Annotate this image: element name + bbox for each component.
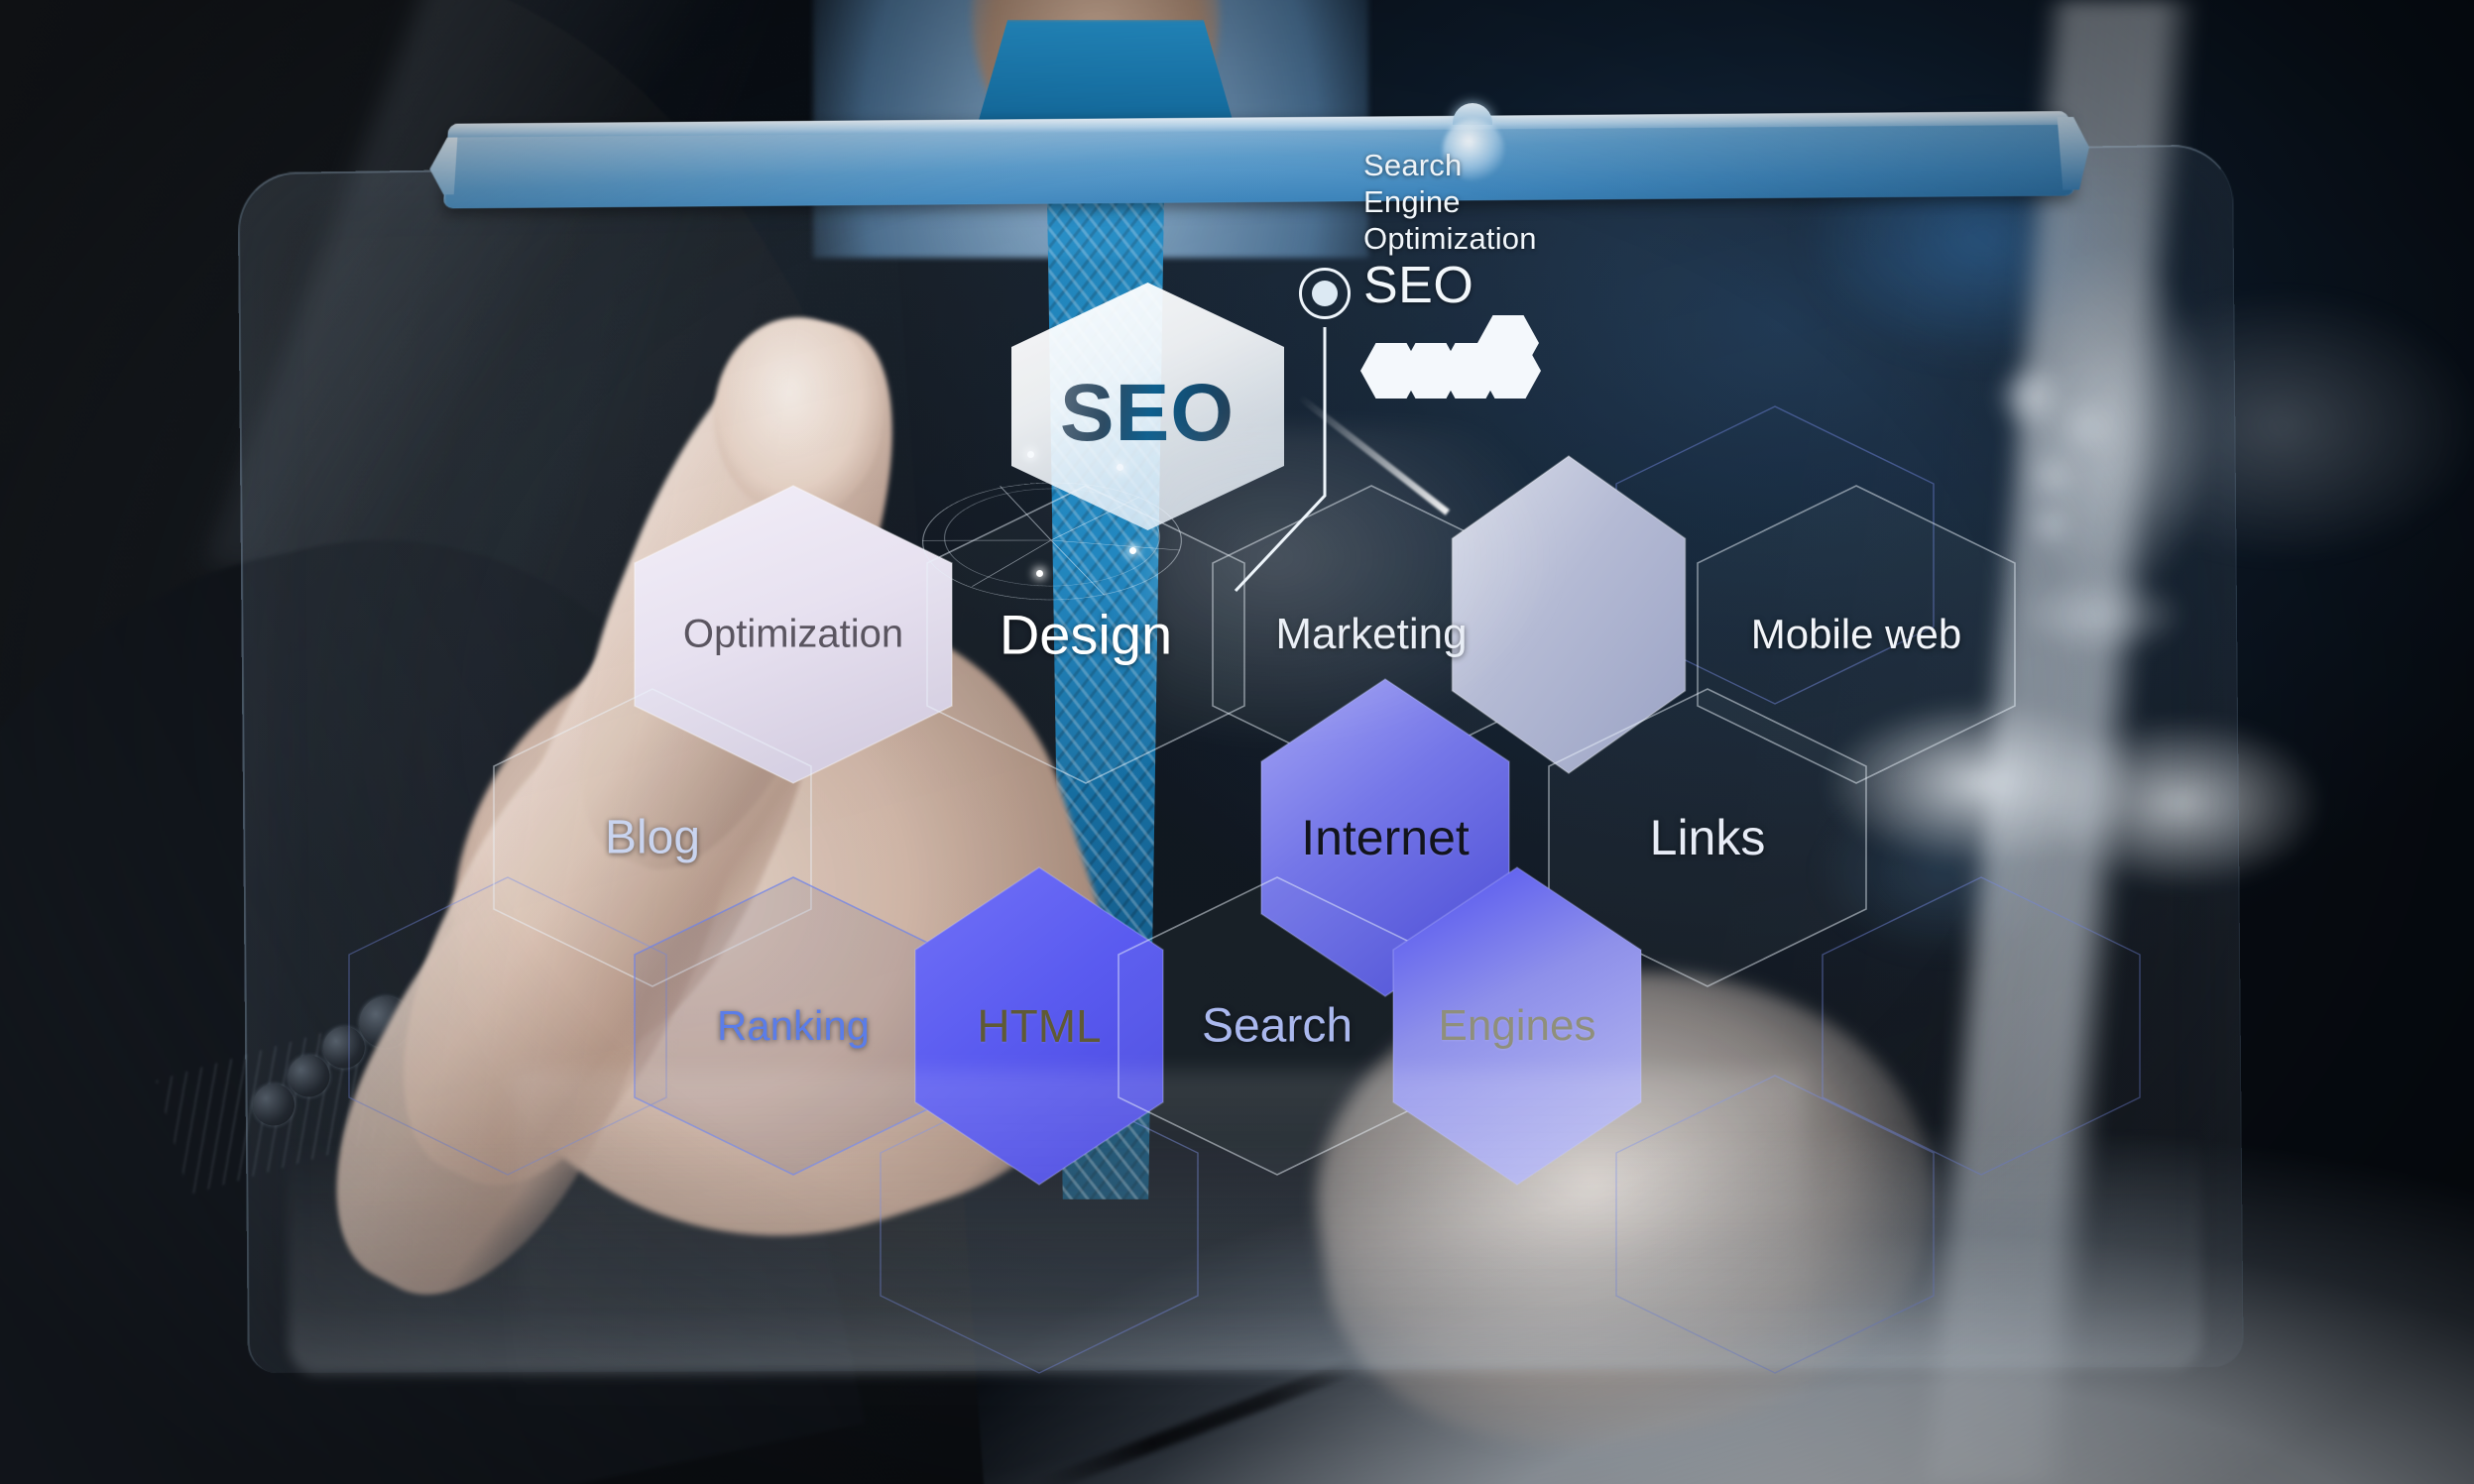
hud-node-spark (1129, 547, 1136, 554)
hexagon-label-engines: Engines (1438, 1001, 1596, 1050)
node-circle-icon (1299, 268, 1351, 319)
hexagon-cluster-icon (1360, 315, 1559, 400)
hexagon-label-blog: Blog (604, 811, 701, 864)
hexagon-label-design: Design (999, 603, 1173, 666)
hexagon-label-mobile-web: Mobile web (1750, 611, 1962, 657)
hexagon-label-optimization: Optimization (682, 612, 904, 656)
seo-header-acronym: SEO (1363, 257, 1474, 314)
seo-header-line-optimization: Optimization (1363, 221, 1537, 256)
hexagon-label-html: HTML (977, 1000, 1102, 1052)
hexagon-label-internet: Internet (1301, 810, 1470, 865)
hexagon-label-search: Search (1201, 999, 1354, 1053)
hexagon-labels: Optimization Design Marketing Mobile web Blo… (0, 0, 2474, 1484)
hexagon-label-links: Links (1649, 810, 1766, 865)
screenshot-canvas: Optimization Design Marketing Mobile web Blo… (0, 0, 2474, 1484)
hud-node-spark (1036, 570, 1043, 577)
hexagon-label-marketing: Marketing (1275, 610, 1468, 658)
hexagon-label-ranking: Ranking (716, 1002, 871, 1049)
seo-header-line-engine: Engine (1363, 184, 1461, 219)
seo-header-line-search: Search (1363, 148, 1463, 182)
seo-header-graphic: Search Engine Optimization SEO (1363, 147, 1537, 312)
